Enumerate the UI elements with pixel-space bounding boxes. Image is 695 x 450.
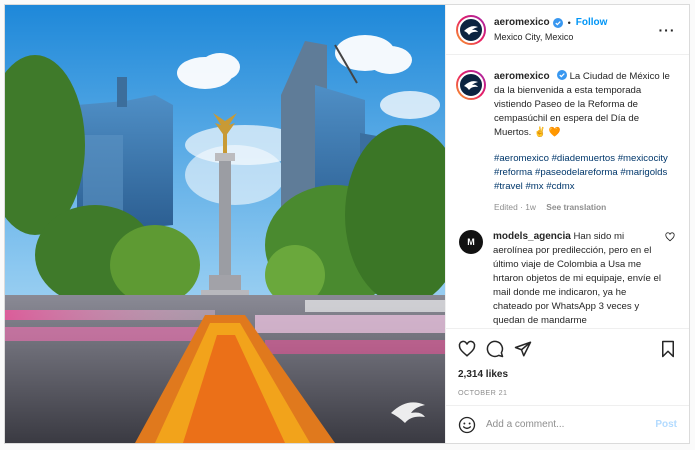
- caption-hashtags[interactable]: #aeromexico #diademuertos #mexicocity #r…: [494, 152, 679, 194]
- more-options-icon[interactable]: ···: [657, 22, 677, 38]
- post-comment-button[interactable]: Post: [655, 419, 677, 430]
- post-side-panel: aeromexico • Follow Mexico City, Mexico …: [445, 5, 689, 443]
- comment-item: M models_agencia Han sido mi aerolínea p…: [456, 230, 679, 328]
- caption-avatar[interactable]: [456, 70, 486, 100]
- aeromexico-eagle-icon: [464, 81, 478, 90]
- post-location[interactable]: Mexico City, Mexico: [494, 30, 657, 44]
- aeromexico-eagle-icon: [464, 25, 478, 35]
- commenter-username[interactable]: models_agencia: [493, 231, 571, 242]
- comment-like-heart-icon[interactable]: [665, 232, 675, 242]
- post-date: OCTOBER 21: [458, 388, 508, 397]
- comment-text: Han sido mi aerolínea por predilección, …: [493, 231, 661, 326]
- likes-count[interactable]: 2,314 likes: [458, 369, 677, 380]
- comment-bubble-icon[interactable]: [486, 340, 504, 358]
- photo-reforma-avenue: [5, 5, 445, 443]
- post-header: aeromexico • Follow Mexico City, Mexico …: [446, 5, 689, 55]
- separator-dot: •: [567, 17, 571, 28]
- caption-comment: aeromexico La Ciudad de México le da la b…: [456, 70, 679, 214]
- add-comment-bar: Post: [446, 405, 689, 443]
- paper-plane-icon[interactable]: [514, 340, 532, 358]
- post-actions: 2,314 likes OCTOBER 21: [446, 328, 689, 397]
- account-username[interactable]: aeromexico: [494, 16, 550, 30]
- account-avatar[interactable]: [456, 14, 486, 45]
- comments-section: aeromexico La Ciudad de México le da la b…: [446, 56, 689, 328]
- verified-badge-icon: [556, 70, 567, 80]
- caption-username[interactable]: aeromexico: [494, 71, 550, 82]
- heart-icon[interactable]: [458, 340, 476, 358]
- bookmark-icon[interactable]: [659, 340, 677, 358]
- instagram-post-card: aeromexico • Follow Mexico City, Mexico …: [4, 4, 690, 444]
- see-translation-link[interactable]: See translation: [546, 202, 606, 212]
- post-photo[interactable]: [5, 5, 445, 443]
- verified-badge-icon: [552, 17, 563, 28]
- comment-input[interactable]: [486, 419, 656, 430]
- follow-button[interactable]: Follow: [576, 16, 608, 30]
- edited-time: Edited · 1w: [494, 202, 536, 212]
- commenter-avatar[interactable]: M: [459, 230, 483, 254]
- smiley-icon[interactable]: [458, 416, 476, 434]
